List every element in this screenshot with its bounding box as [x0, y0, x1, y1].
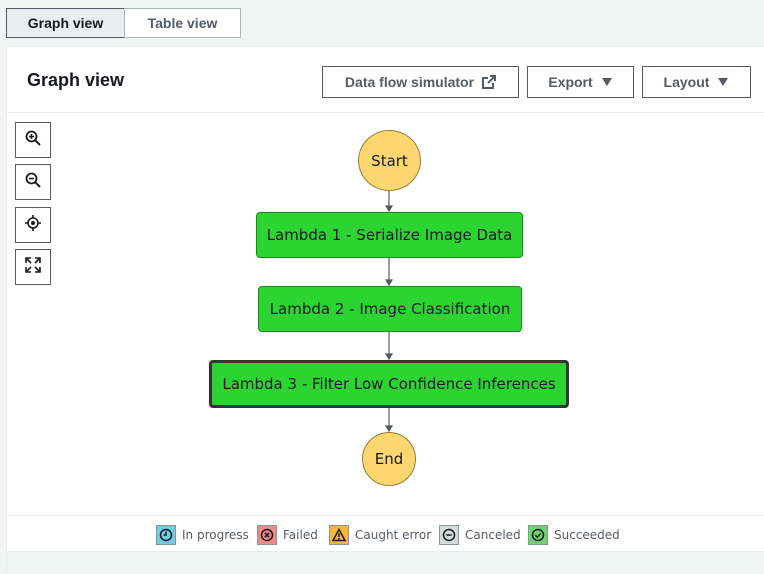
tab-graph-view[interactable]: Graph view	[6, 8, 125, 38]
panel-footer	[7, 551, 764, 574]
step-node-lambda-2[interactable]: Lambda 2 - Image Classification	[258, 286, 522, 332]
legend-label: Caught error	[355, 528, 432, 542]
step-node-lambda-1[interactable]: Lambda 1 - Serialize Image Data	[256, 212, 523, 258]
legend-label: Succeeded	[554, 528, 620, 542]
graph-panel: Graph view Data flow simulator Export La…	[6, 46, 764, 574]
warning-icon	[329, 525, 349, 545]
start-node[interactable]: Start	[358, 130, 421, 191]
check-circle-icon	[528, 525, 548, 545]
legend-label: Canceled	[465, 528, 521, 542]
tab-table-view[interactable]: Table view	[124, 8, 241, 38]
view-tabs: Graph view Table view	[6, 8, 241, 38]
legend-caught-error: Caught error	[329, 525, 431, 545]
step-node-lambda-3[interactable]: Lambda 3 - Filter Low Confidence Inferen…	[209, 360, 569, 408]
clock-icon	[156, 525, 176, 545]
legend-label: In progress	[182, 528, 249, 542]
x-circle-icon	[257, 525, 277, 545]
end-node[interactable]: End	[362, 432, 416, 486]
minus-circle-icon	[439, 525, 459, 545]
legend-label: Failed	[283, 528, 318, 542]
legend-succeeded: Succeeded	[528, 525, 620, 545]
legend-failed: Failed	[257, 525, 318, 545]
legend-in-progress: In progress	[156, 525, 249, 545]
status-legend: In progress Failed Caught error Canceled…	[7, 515, 764, 551]
legend-canceled: Canceled	[439, 525, 521, 545]
